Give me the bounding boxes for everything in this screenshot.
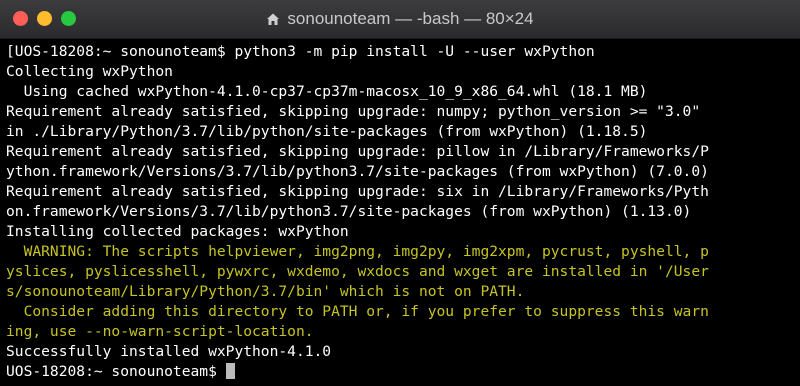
home-folder-icon (266, 12, 280, 26)
text-cursor (225, 363, 235, 379)
terminal-warning-line: s/sonounoteam/Library/Python/3.7/bin' wh… (6, 283, 525, 300)
terminal-line: in ./Library/Python/3.7/lib/python/site-… (6, 123, 648, 140)
terminal-line: Requirement already satisfied, skipping … (6, 103, 701, 120)
window-title: sonounoteam — -bash — 80×24 (287, 9, 534, 28)
terminal-line: Requirement already satisfied, skipping … (6, 183, 709, 200)
terminal-line: Installing collected packages: wxPython (6, 223, 349, 240)
terminal-line: on.framework/Versions/3.7/lib/python3.7/… (6, 203, 692, 220)
terminal-warning-line: yslices, pyslicesshell, pywxrc, wxdemo, … (6, 263, 709, 280)
terminal-line: Using cached wxPython-4.1.0-cp37-cp37m-m… (6, 83, 648, 100)
prompt-line[interactable]: UOS-18208:~ sonounoteam$ (6, 362, 800, 382)
terminal-warning-line: Consider adding this directory to PATH o… (6, 303, 709, 320)
terminal-warning-line: WARNING: The scripts helpviewer, img2png… (6, 243, 709, 260)
terminal-warning-line: ing, use --no-warn-script-location. (6, 323, 314, 340)
terminal-line: [UOS-18208:~ sonounoteam$ python3 -m pip… (6, 43, 595, 60)
shell-prompt: UOS-18208:~ sonounoteam$ (6, 363, 226, 380)
terminal-line: Successfully installed wxPython-4.1.0 (6, 343, 332, 360)
title-bar[interactable]: sonounoteam — -bash — 80×24 (0, 0, 800, 39)
window-title-group: sonounoteam — -bash — 80×24 (0, 0, 800, 38)
terminal-line: ython.framework/Versions/3.7/lib/python3… (6, 163, 709, 180)
terminal-line: Collecting wxPython (6, 63, 173, 80)
terminal-window: sonounoteam — -bash — 80×24 [UOS-18208:~… (0, 0, 800, 386)
terminal-output[interactable]: [UOS-18208:~ sonounoteam$ python3 -m pip… (0, 39, 800, 386)
terminal-line: Requirement already satisfied, skipping … (6, 143, 709, 160)
